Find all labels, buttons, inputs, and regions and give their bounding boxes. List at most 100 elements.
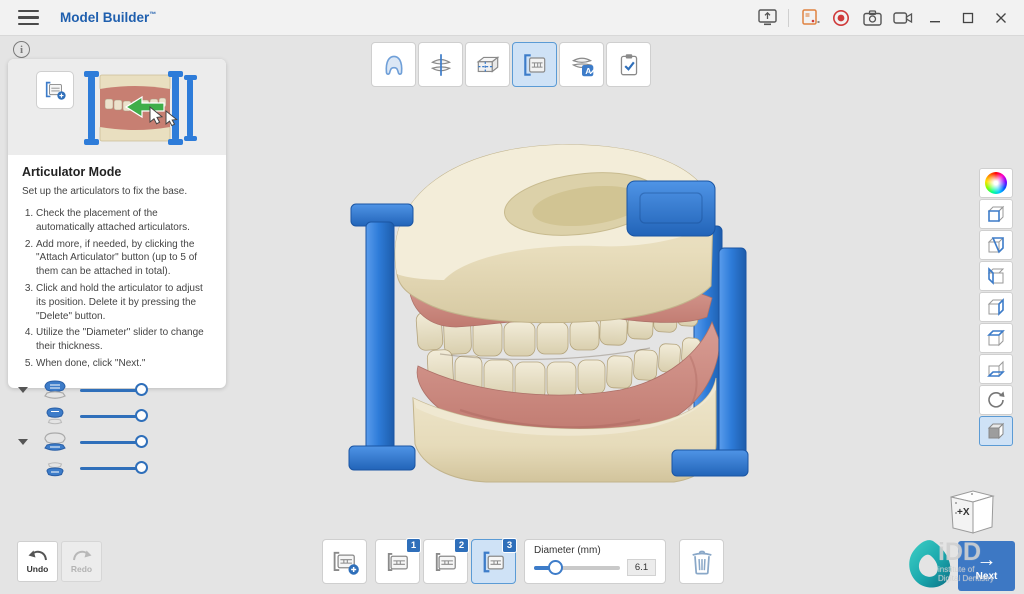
step-articulator-button[interactable] bbox=[512, 42, 557, 87]
undo-arrow-icon bbox=[28, 550, 47, 561]
delete-articulator-button[interactable] bbox=[679, 539, 724, 584]
close-button[interactable] bbox=[990, 7, 1012, 29]
app-title: Model Builder™ bbox=[60, 10, 157, 25]
upper-jaw-opacity-slider[interactable] bbox=[80, 383, 148, 397]
slider-thumb[interactable] bbox=[135, 461, 148, 474]
card-step: Check the placement of the automatically… bbox=[36, 207, 212, 235]
attach-articulator-icon bbox=[333, 551, 359, 575]
base-icon bbox=[476, 55, 499, 73]
lower-teeth-visibility-icon[interactable] bbox=[38, 457, 72, 479]
attach-articulator-button[interactable] bbox=[322, 539, 367, 584]
articulator-icon bbox=[523, 53, 545, 76]
occlusion-icon bbox=[430, 53, 451, 76]
record-icon[interactable] bbox=[831, 8, 851, 28]
minimize-button[interactable] bbox=[924, 7, 946, 29]
articulator-number-badge: 1 bbox=[406, 538, 421, 553]
slider-thumb[interactable] bbox=[547, 559, 563, 575]
view-bottom-button[interactable] bbox=[979, 354, 1013, 384]
color-wheel-button[interactable] bbox=[979, 168, 1013, 198]
slider-thumb[interactable] bbox=[135, 383, 148, 396]
upper-jaw-visibility-icon[interactable] bbox=[38, 379, 72, 401]
step-occlusion-button[interactable] bbox=[418, 42, 463, 87]
next-label: Next bbox=[975, 570, 998, 582]
view-left-icon bbox=[987, 267, 1005, 285]
history-controls: Undo Redo bbox=[17, 541, 102, 582]
workflow-toolbar: A bbox=[371, 42, 651, 87]
info-icon[interactable]: i bbox=[13, 41, 30, 58]
view-left-button[interactable] bbox=[979, 261, 1013, 291]
svg-text:A: A bbox=[585, 66, 591, 76]
card-steps-list: Check the placement of the automatically… bbox=[22, 207, 212, 371]
next-button[interactable]: → Next bbox=[958, 541, 1015, 591]
step-label-button[interactable]: A bbox=[559, 42, 604, 87]
expand-caret-icon[interactable] bbox=[18, 387, 28, 393]
color-wheel-icon bbox=[985, 172, 1007, 194]
capture-panel-icon[interactable] bbox=[800, 8, 820, 28]
opacity-row-lower-teeth bbox=[8, 456, 173, 480]
expand-caret-icon[interactable] bbox=[18, 439, 28, 445]
articulator-1-button[interactable]: 1 bbox=[375, 538, 421, 584]
card-step: Utilize the "Diameter" slider to change … bbox=[36, 326, 212, 354]
card-step: Add more, if needed, by clicking the "At… bbox=[36, 238, 212, 279]
redo-button[interactable]: Redo bbox=[61, 541, 102, 582]
card-step: Click and hold the articulator to adjust… bbox=[36, 282, 212, 323]
next-arrow-icon: → bbox=[976, 548, 997, 571]
redo-arrow-icon bbox=[72, 550, 91, 561]
diameter-panel: Diameter (mm) 6.1 bbox=[524, 539, 666, 584]
card-title: Articulator Mode bbox=[22, 165, 122, 179]
lower-teeth-opacity-slider[interactable] bbox=[80, 461, 148, 475]
diameter-value: 6.1 bbox=[627, 559, 656, 576]
step-base-button[interactable] bbox=[465, 42, 510, 87]
view-top-button[interactable] bbox=[979, 323, 1013, 353]
titlebar-divider bbox=[788, 8, 789, 27]
step-impression-button[interactable] bbox=[371, 42, 416, 87]
shaded-cube-icon bbox=[987, 422, 1005, 440]
diameter-slider[interactable] bbox=[534, 559, 620, 576]
reset-rotation-button[interactable] bbox=[979, 385, 1013, 415]
view-right-icon bbox=[987, 298, 1005, 316]
upper-teeth-opacity-slider[interactable] bbox=[80, 409, 148, 423]
lower-jaw-opacity-slider[interactable] bbox=[80, 435, 148, 449]
view-back-button[interactable] bbox=[979, 230, 1013, 260]
upper-teeth-visibility-icon[interactable] bbox=[38, 405, 72, 427]
lower-jaw-visibility-icon[interactable] bbox=[38, 431, 72, 453]
navigation-view-cube[interactable]: +X bbox=[943, 483, 999, 539]
undo-label: Undo bbox=[26, 564, 49, 574]
opacity-row-lower-jaw bbox=[8, 430, 173, 454]
slider-thumb[interactable] bbox=[135, 409, 148, 422]
titlebar: Model Builder™ bbox=[0, 0, 1024, 36]
articulator-number-badge: 2 bbox=[454, 538, 469, 553]
undo-button[interactable]: Undo bbox=[17, 541, 58, 582]
shaded-view-button[interactable] bbox=[979, 416, 1013, 446]
view-back-icon bbox=[987, 237, 1005, 254]
card-step: When done, click "Next." bbox=[36, 357, 212, 371]
attach-articulator-icon bbox=[45, 81, 66, 100]
instruction-illustration-area bbox=[8, 59, 226, 155]
video-capture-icon[interactable] bbox=[893, 8, 913, 28]
articulator-2-button[interactable]: 2 bbox=[423, 538, 469, 584]
idd-logo bbox=[909, 540, 951, 588]
view-top-icon bbox=[987, 329, 1005, 347]
hamburger-menu-icon[interactable] bbox=[18, 7, 46, 29]
instruction-card: Articulator Mode Set up the articulators… bbox=[8, 59, 226, 388]
view-front-button[interactable] bbox=[979, 199, 1013, 229]
bottom-toolbar: 1 2 3 Diameter (mm) 6.1 bbox=[322, 538, 724, 584]
view-toolbar bbox=[979, 168, 1013, 446]
view-right-button[interactable] bbox=[979, 292, 1013, 322]
impression-icon bbox=[384, 55, 403, 75]
articulator-number-badge: 3 bbox=[502, 538, 517, 553]
view-bottom-icon bbox=[987, 360, 1005, 378]
opacity-row-upper-jaw bbox=[8, 378, 173, 402]
slider-thumb[interactable] bbox=[135, 435, 148, 448]
attach-articulator-mini-button[interactable] bbox=[36, 71, 74, 109]
step-finish-button[interactable] bbox=[606, 42, 651, 87]
viewport-canvas[interactable]: A i Articulator Mode Set up the articula… bbox=[0, 36, 1024, 594]
screen-share-icon[interactable] bbox=[757, 8, 777, 28]
articulator-3-button[interactable]: 3 bbox=[471, 538, 517, 584]
card-intro: Set up the articulators to fix the base. bbox=[22, 186, 188, 197]
diameter-label: Diameter (mm) bbox=[534, 545, 601, 556]
screenshot-camera-icon[interactable] bbox=[862, 8, 882, 28]
reset-rotation-icon bbox=[988, 391, 1005, 408]
finish-clipboard-icon bbox=[620, 53, 637, 75]
maximize-button[interactable] bbox=[957, 7, 979, 29]
